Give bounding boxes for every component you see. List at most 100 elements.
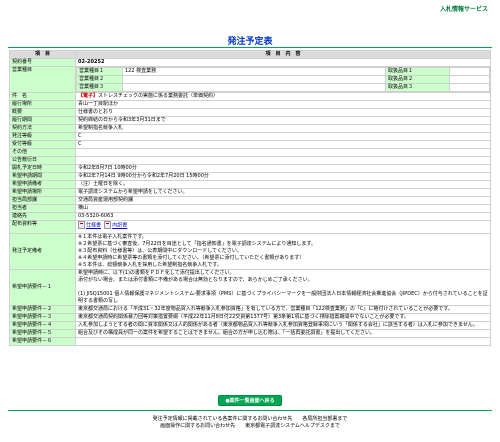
label: 希望申請場所	[9, 188, 76, 197]
label: 担当者	[9, 204, 76, 213]
handling-label: 取扱品目１	[385, 67, 450, 76]
row-req6: 希望申請要件－６	[9, 337, 491, 346]
title-divider	[8, 47, 492, 48]
table-header-row: 項 目 項 目 内 容	[9, 50, 491, 59]
business-type-line: 営業種目１ 122 検査業務 取扱品目１	[76, 67, 490, 76]
value: ※１本件は電子入札案件です。 ※２希望票に基づく審査後、7月22日を目途として「…	[75, 233, 491, 270]
row-contact: 連絡先 03-5320-6063	[9, 212, 491, 221]
business-type-cell: 営業種目１ 122 検査業務 取扱品目１ 営業種目２ 取扱品目２ 営業種目３ 取…	[75, 66, 491, 93]
label: 受付等級	[9, 140, 76, 149]
value	[75, 148, 491, 157]
value: 令和2年7月14日 9時00分から令和2年7月20日 15時00分	[75, 172, 491, 181]
req-line: 希望申請時に、以下(1)の書類をＰＤＦ化して添付提出してください。	[78, 270, 235, 276]
value: 02-20252	[75, 58, 491, 67]
bt-label: 営業種目３	[76, 83, 123, 92]
row-accept-grade: 受付等級 C	[9, 140, 491, 149]
value: 希望申請時に、以下(1)の書類をＰＤＦ化して添付提出してください。 添付がない場…	[75, 269, 491, 306]
row-apply-place: 希望申請場所 電子調達システムから希望申請をしてください。	[9, 188, 491, 197]
note-line: ※３配布資料（仕様書等）は、公表期間中にダウンロードしてください。	[78, 248, 242, 254]
value: 青山一丁目駅ほか	[75, 100, 491, 109]
value: 電子調達システムから希望申請をしてください。	[75, 188, 491, 197]
value: 仕様書のとおり	[75, 108, 491, 117]
req-line: (1) JISQ15001 個人情報保護マネジメントシステム-要求事項（PMS）…	[78, 291, 488, 304]
row-contract-no: 契約番号 02-20252	[9, 58, 491, 67]
value: C	[75, 140, 491, 149]
note-line: ※５本件は、総額競争入札を採用した希望制指名競争入札です。	[78, 262, 222, 268]
back-to-list-button[interactable]: ●案件一覧画面へ戻る	[218, 395, 282, 406]
label: 希望申請要件－４	[9, 321, 76, 330]
business-type-table: 営業種目１ 122 検査業務 取扱品目１ 営業種目２ 取扱品目２ 営業種目３ 取…	[76, 67, 490, 92]
row-docs: 配布資料等 仕様書 内訳書	[9, 220, 491, 234]
row-req3: 希望申請要件－３ 東京都交通局契約関係暴力団等対策措置要綱（平成22年11月8日…	[9, 313, 491, 322]
footer-line: 画面操作に関するお問い合わせ先 東京都電子調達システムヘルプデスクまで	[160, 423, 340, 429]
docs-cell: 仕様書 内訳書	[75, 220, 491, 234]
value: 横山	[75, 204, 491, 213]
row-apply-period: 希望申請期間 令和2年7月14日 9時00分から令和2年7月20日 15時00分	[9, 172, 491, 181]
label: 連絡先	[9, 212, 76, 221]
value: 03-5320-6063	[75, 212, 491, 221]
req-line	[78, 284, 488, 291]
label: 希望申請要件－３	[9, 313, 76, 322]
label: 希望申請要件－２	[9, 305, 76, 314]
value: （注）土曜日を除く。	[75, 180, 491, 189]
label: 希望申請要件－５	[9, 329, 76, 338]
label: 発注等級	[9, 132, 76, 141]
value: 交通局資産運用部契約課	[75, 196, 491, 205]
business-type-line: 営業種目３ 取扱品目３	[76, 83, 490, 92]
header-content: 項 目 内 容	[75, 50, 491, 59]
bt-label: 営業種目２	[76, 75, 123, 84]
handling-value	[449, 67, 490, 76]
row-subject: 件 名 【電子】ストレスチェックの実施に係る業務委託（単価契約）	[9, 92, 491, 101]
value: 【電子】ストレスチェックの実施に係る業務委託（単価契約）	[75, 92, 491, 101]
label: 営業種目	[9, 66, 76, 93]
handling-value	[449, 75, 490, 84]
service-title: 入札情報サービス	[439, 6, 488, 13]
value: 入札参加しようとする者の間に資本関係又は人的関係がある者（東京都物品買入れ等競争…	[75, 321, 491, 330]
row-other: その他	[9, 148, 491, 157]
value	[75, 337, 491, 346]
row-period: 履行期間 契約締結の日から令和3年3月31日まで	[9, 116, 491, 125]
page-title: 発注予定表	[227, 37, 273, 47]
back-button-wrap: ●案件一覧画面へ戻る	[0, 395, 500, 406]
note-line: ※１本件は電子入札案件です。	[78, 234, 147, 240]
row-req5: 希望申請要件－５ 組合及びその構成員が同一の案件を希望することはできません。組合…	[9, 329, 491, 338]
label: 件 名	[9, 92, 76, 101]
spec-file-link[interactable]: 仕様書	[86, 223, 101, 229]
value	[75, 156, 491, 165]
label: 契約方法	[9, 124, 76, 133]
row-business-type: 営業種目 営業種目１ 122 検査業務 取扱品目１ 営業種目２ 取扱品目２ 営業…	[9, 66, 491, 93]
label: 開札予定日時	[9, 164, 76, 173]
row-req1: 希望申請要件－１ 希望申請時に、以下(1)の書類をＰＤＦ化して添付提出してくださ…	[9, 269, 491, 306]
row-open-date: 開札予定日時 令和2年8月7日 10時00分	[9, 164, 491, 173]
req-line: 添付がない場合、または添付書類に不備がある場合は無効となりますので、あらかじめご…	[78, 277, 313, 283]
label: 担当局部課	[9, 196, 76, 205]
label: 希望申請期間	[9, 172, 76, 181]
order-schedule-table: 項 目 項 目 内 容 契約番号 02-20252 営業種目 営業種目１ 122…	[9, 50, 491, 346]
row-dept: 担当局部課 交通局資産運用部契約課	[9, 196, 491, 205]
value: 契約締結の日から令和3年3月31日まで	[75, 116, 491, 125]
footer: 発注予定情報に掲載されている各案件に関するお問い合わせ先 各局所担当部署まで 画…	[0, 416, 500, 430]
note-line: ※２希望票に基づく審査後、7月22日を目途として「指名通知書」を電子調達システム…	[78, 241, 316, 247]
label: 希望申請要件－１	[9, 269, 76, 306]
handling-label: 取扱品目２	[385, 75, 450, 84]
label: 発注予定備考	[9, 233, 76, 270]
row-apply-note: 希望申請備考 （注）土曜日を除く。	[9, 180, 491, 189]
bt-value	[122, 83, 386, 92]
label: 履行場所	[9, 100, 76, 109]
handling-value	[449, 83, 490, 92]
bt-value	[122, 75, 386, 84]
footer-line: 発注予定情報に掲載されている各案件に関するお問い合わせ先 各局所担当部署まで	[152, 416, 348, 422]
label: 概要	[9, 108, 76, 117]
header-item: 項 目	[9, 50, 76, 59]
bt-label: 営業種目１	[76, 67, 123, 76]
footer-divider	[8, 410, 492, 411]
row-schedule-notes: 発注予定備考 ※１本件は電子入札案件です。 ※２希望票に基づく審査後、7月22日…	[9, 233, 491, 270]
value: 組合及びその構成員が同一の案件を希望することはできません。組合の方が申し込む際は…	[75, 329, 491, 338]
row-place: 履行場所 青山一丁目駅ほか	[9, 100, 491, 109]
value: 東京都交通局契約関係暴力団等対策措置要綱（平成22年11月8日付22交資第137…	[75, 313, 491, 322]
note-line: ※４希望申請時に希望票等の書類を添付してください。（希望票に添付していただく書類…	[78, 255, 305, 261]
label: 希望申請備考	[9, 180, 76, 189]
value: C	[75, 132, 491, 141]
breakdown-file-link[interactable]: 内訳書	[112, 223, 127, 229]
row-summary: 概要 仕様書のとおり	[9, 108, 491, 117]
